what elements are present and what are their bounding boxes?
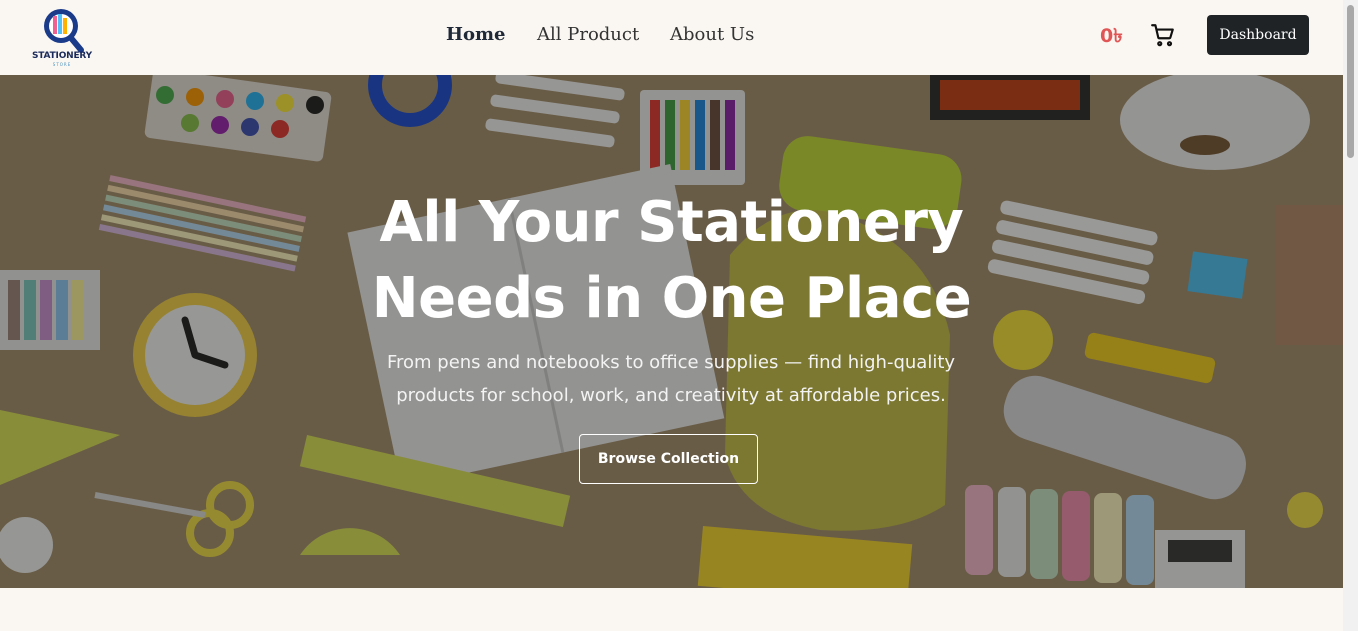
brand-tagline: STORE [52,62,72,67]
hero-title-line-1: All Your Stationery [379,190,964,255]
dashboard-button[interactable]: Dashboard [1207,15,1309,55]
logo-mark-icon [44,9,84,53]
brand-logo[interactable]: STATIONERY STORE [27,4,97,68]
hero-title-line-2: Needs in One Place [371,266,972,331]
hero-banner: All Your Stationery Needs in One Place F… [0,75,1343,588]
nav-all-product[interactable]: All Product [537,24,639,45]
cart-total: 0৳ [1100,25,1123,47]
site-header: STATIONERY STORE Home All Product About … [0,0,1343,75]
browse-collection-button[interactable]: Browse Collection [579,434,758,484]
hero-title: All Your Stationery Needs in One Place [0,185,1343,337]
nav-about-us[interactable]: About Us [670,24,754,45]
page-scrollbar[interactable] [1343,0,1358,631]
cart-icon[interactable] [1150,22,1176,48]
scrollbar-thumb[interactable] [1347,5,1354,158]
nav-home[interactable]: Home [446,24,506,45]
brand-name: STATIONERY [32,51,92,61]
hero-subtitle: From pens and notebooks to office suppli… [386,352,956,406]
